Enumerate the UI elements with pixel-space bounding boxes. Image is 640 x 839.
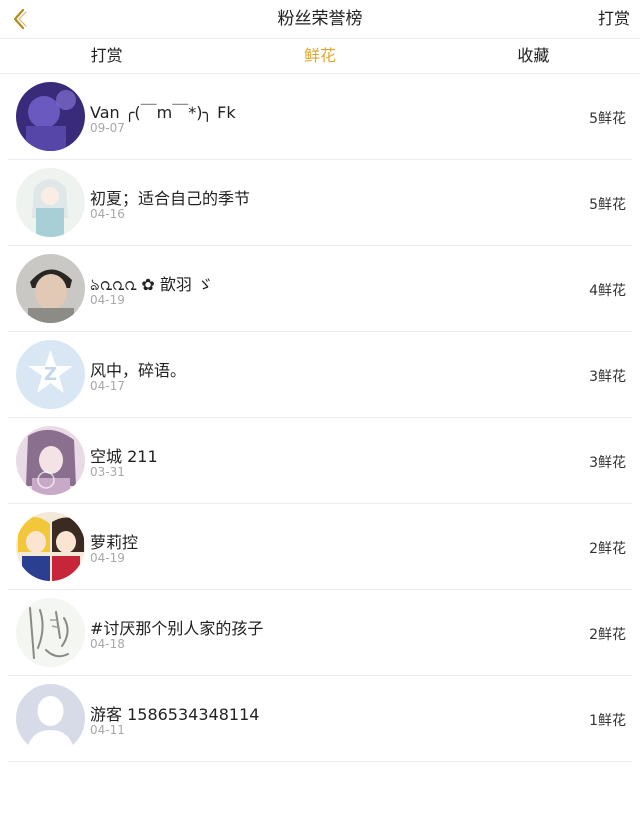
avatar[interactable] — [16, 82, 85, 151]
list-item[interactable]: 萝莉控 04-19 2鲜花 — [8, 504, 632, 590]
avatar[interactable] — [16, 512, 85, 581]
page-title: 粉丝荣誉榜 — [277, 9, 363, 29]
flower-count: 1鲜花 — [589, 713, 626, 729]
fan-name: Van ╭(￣m￣*)╮ Fk — [90, 103, 236, 122]
flower-count: 2鲜花 — [589, 541, 626, 557]
fan-name: 初夏；适合自己的季节 — [90, 189, 251, 208]
fan-date: 09-07 — [90, 121, 125, 135]
tab-reward[interactable]: 打赏 — [0, 39, 213, 73]
tab-favorites[interactable]: 收藏 — [427, 39, 640, 73]
fan-list: Van ╭(￣m￣*)╮ Fk 09-07 5鲜花 初夏；适合自己的季节 04-… — [0, 74, 640, 762]
avatar[interactable] — [16, 168, 85, 237]
svg-text:Z: Z — [44, 364, 57, 385]
list-item[interactable]: Z 风中，碎语。 04-17 3鲜花 — [8, 332, 632, 418]
fan-date: 04-16 — [90, 207, 125, 221]
fan-date: 04-19 — [90, 551, 125, 565]
flower-count: 2鲜花 — [589, 627, 626, 643]
flower-count: 3鲜花 — [589, 455, 626, 471]
avatar[interactable] — [16, 598, 85, 667]
fan-date: 04-18 — [90, 637, 125, 651]
flower-count: 3鲜花 — [589, 369, 626, 385]
avatar[interactable]: Z — [16, 340, 85, 409]
reward-button[interactable]: 打赏 — [598, 0, 630, 38]
fan-name: 空城 211 — [90, 447, 158, 466]
fan-name: #讨厌那个别人家的孩子 — [90, 619, 264, 638]
flower-count: 4鲜花 — [589, 283, 626, 299]
nav-bar: 粉丝荣誉榜 打赏 — [0, 0, 640, 39]
fan-date: 04-11 — [90, 723, 125, 737]
fan-date: 04-19 — [90, 293, 125, 307]
fan-date: 04-17 — [90, 379, 125, 393]
list-item[interactable]: 初夏；适合自己的季节 04-16 5鲜花 — [8, 160, 632, 246]
tab-bar: 打赏 鲜花 收藏 — [0, 39, 640, 74]
fan-date: 03-31 — [90, 465, 125, 479]
fan-name: 游客 1586534348114 — [90, 705, 260, 724]
avatar[interactable] — [16, 684, 85, 753]
flower-count: 5鲜花 — [589, 111, 626, 127]
list-item[interactable]: 空城 211 03-31 3鲜花 — [8, 418, 632, 504]
avatar[interactable] — [16, 254, 85, 323]
fan-name: 萝莉控 — [90, 533, 139, 552]
flower-count: 5鲜花 — [589, 197, 626, 213]
list-item[interactable]: ঌ൨൨൨ ✿ 歆羽 ゞ 04-19 4鲜花 — [8, 246, 632, 332]
list-item[interactable]: Van ╭(￣m￣*)╮ Fk 09-07 5鲜花 — [8, 74, 632, 160]
fan-name: 风中，碎语。 — [90, 361, 187, 380]
avatar[interactable] — [16, 426, 85, 495]
tab-flowers[interactable]: 鲜花 — [213, 39, 426, 73]
list-item[interactable]: 游客 1586534348114 04-11 1鲜花 — [8, 676, 632, 762]
list-item[interactable]: #讨厌那个别人家的孩子 04-18 2鲜花 — [8, 590, 632, 676]
